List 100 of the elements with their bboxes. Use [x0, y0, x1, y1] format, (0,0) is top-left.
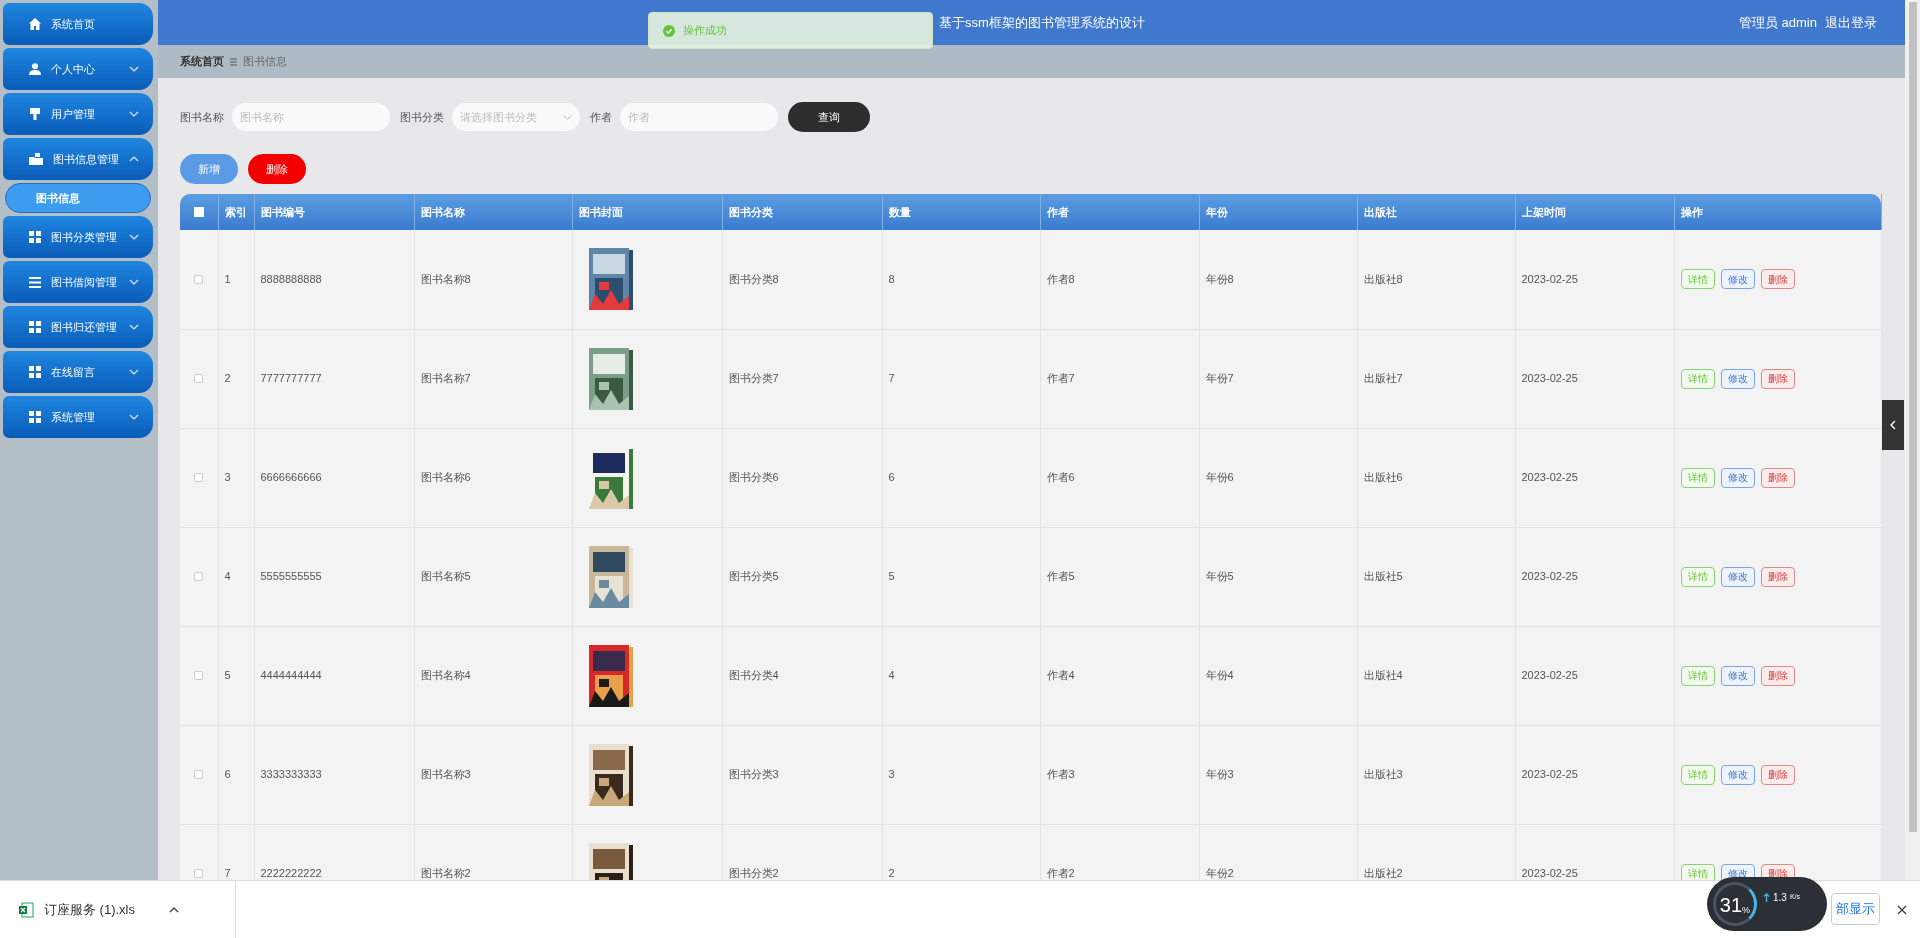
- download-filename[interactable]: 订座服务 (1).xls: [44, 899, 135, 920]
- chevron-down-icon: [129, 66, 139, 72]
- sidebar-item[interactable]: 图书借阅管理: [3, 261, 153, 303]
- column-header: 索引: [224, 205, 247, 218]
- details-button[interactable]: 详情: [1680, 467, 1715, 488]
- table-cell: 5555555555: [260, 570, 322, 583]
- grid-icon: [29, 321, 41, 333]
- row-checkbox[interactable]: [194, 274, 204, 284]
- table-cell: 3: [888, 768, 895, 781]
- table-cell: 2023-02-25: [1521, 867, 1578, 880]
- delete-button[interactable]: 删除: [1760, 665, 1795, 686]
- chevron-down-icon: [563, 114, 572, 120]
- chevron-down-icon: [129, 234, 139, 240]
- table-cell: 图书分类6: [728, 471, 779, 484]
- edit-button[interactable]: 修改: [1720, 368, 1755, 389]
- breadcrumb-current: 图书信息: [243, 54, 287, 70]
- table-cell: 6666666666: [260, 471, 322, 484]
- index-cell: 3: [224, 471, 231, 484]
- table-cell: 2: [888, 867, 895, 880]
- sidebar-item[interactable]: 用户管理: [3, 93, 153, 135]
- close-icon[interactable]: [1897, 905, 1907, 915]
- table-cell: 2023-02-25: [1521, 570, 1578, 583]
- delete-button[interactable]: 删除: [248, 154, 306, 184]
- table-cell: 图书名称7: [420, 372, 471, 385]
- table-cell: 作者2: [1046, 867, 1075, 880]
- side-panel-toggle[interactable]: [1882, 400, 1904, 450]
- field-label: 作者: [590, 109, 612, 125]
- table-cell: 2023-02-25: [1521, 372, 1578, 385]
- chevron-down-icon: [129, 324, 139, 330]
- delete-button[interactable]: 删除: [1760, 269, 1795, 290]
- index-cell: 5: [224, 669, 231, 682]
- row-checkbox[interactable]: [194, 473, 204, 482]
- table-cell: 8888888888: [260, 273, 322, 285]
- sidebar-item[interactable]: 个人中心: [3, 48, 153, 90]
- edit-button[interactable]: 修改: [1720, 764, 1755, 785]
- row-checkbox[interactable]: [194, 869, 204, 878]
- show-all-button[interactable]: 部显示: [1831, 893, 1880, 925]
- table-cell: 2023-02-25: [1521, 768, 1578, 781]
- folder-icon: [29, 153, 43, 165]
- chevron-up-icon[interactable]: [169, 906, 179, 913]
- table-cell: 年份5: [1205, 570, 1234, 583]
- edit-button[interactable]: 修改: [1720, 665, 1755, 686]
- table-cell: 作者7: [1046, 372, 1075, 385]
- table-cell: 图书名称2: [420, 867, 471, 880]
- select-all-checkbox[interactable]: [193, 207, 204, 217]
- sidebar-item[interactable]: 图书归还管理: [3, 306, 153, 348]
- details-button[interactable]: 详情: [1680, 665, 1715, 686]
- add-button[interactable]: 新增: [180, 154, 238, 184]
- breadcrumb-link[interactable]: 系统首页: [180, 53, 224, 70]
- row-checkbox[interactable]: [194, 572, 204, 581]
- details-button[interactable]: 详情: [1680, 269, 1715, 290]
- details-button[interactable]: 详情: [1680, 764, 1715, 785]
- delete-button[interactable]: 删除: [1760, 368, 1795, 389]
- table-cell: 年份6: [1205, 471, 1234, 484]
- home-icon: [29, 18, 41, 30]
- sidebar-item[interactable]: 系统管理: [3, 396, 153, 438]
- separator-icon: [230, 57, 237, 66]
- speed-value: 1.3: [1773, 890, 1787, 905]
- table-cell: 作者8: [1046, 273, 1075, 285]
- sidebar-item[interactable]: 系统首页: [3, 3, 153, 45]
- percent-value: 31: [1719, 895, 1743, 915]
- details-button[interactable]: 详情: [1680, 566, 1715, 587]
- details-button[interactable]: 详情: [1680, 863, 1715, 880]
- column-header: 图书分类: [728, 205, 773, 218]
- chevron-down-icon: [129, 369, 139, 375]
- column-header: 图书封面: [578, 205, 623, 218]
- sidebar-subitem[interactable]: 图书信息: [5, 183, 151, 213]
- index-cell: 7: [224, 867, 231, 880]
- search-field[interactable]: 作者: [620, 103, 778, 131]
- grid-icon: [29, 411, 41, 423]
- edit-button[interactable]: 修改: [1720, 467, 1755, 488]
- table-cell: 图书分类4: [728, 669, 779, 682]
- sidebar-item[interactable]: 图书信息管理: [3, 138, 153, 180]
- search-field[interactable]: 图书名称: [232, 103, 390, 131]
- sidebar-item[interactable]: 图书分类管理: [3, 216, 153, 258]
- user-icon: [29, 63, 41, 75]
- toast-message: 操作成功: [683, 23, 727, 39]
- table-cell: 2222222222: [260, 867, 322, 880]
- table-cell: 图书名称8: [420, 273, 471, 285]
- table-cell: 图书分类8: [728, 273, 779, 285]
- edit-button[interactable]: 修改: [1720, 269, 1755, 290]
- index-cell: 1: [224, 273, 231, 285]
- row-checkbox[interactable]: [194, 374, 204, 383]
- table-cell: 图书分类5: [728, 570, 779, 583]
- column-header: 上架时间: [1521, 205, 1566, 218]
- field-label: 图书名称: [180, 109, 224, 125]
- edit-button[interactable]: 修改: [1720, 566, 1755, 587]
- scrollbar[interactable]: [1905, 0, 1920, 880]
- delete-button[interactable]: 删除: [1760, 566, 1795, 587]
- sidebar-item[interactable]: 在线留言: [3, 351, 153, 393]
- row-checkbox[interactable]: [194, 770, 204, 779]
- logout-link[interactable]: 退出登录: [1825, 12, 1877, 33]
- details-button[interactable]: 详情: [1680, 368, 1715, 389]
- query-button[interactable]: 查询: [788, 102, 870, 132]
- column-header: 数量: [888, 205, 911, 218]
- table-cell: 3333333333: [260, 768, 322, 781]
- column-header: 操作: [1680, 205, 1703, 218]
- delete-button[interactable]: 删除: [1760, 467, 1795, 488]
- row-checkbox[interactable]: [194, 671, 204, 680]
- delete-button[interactable]: 删除: [1760, 764, 1795, 785]
